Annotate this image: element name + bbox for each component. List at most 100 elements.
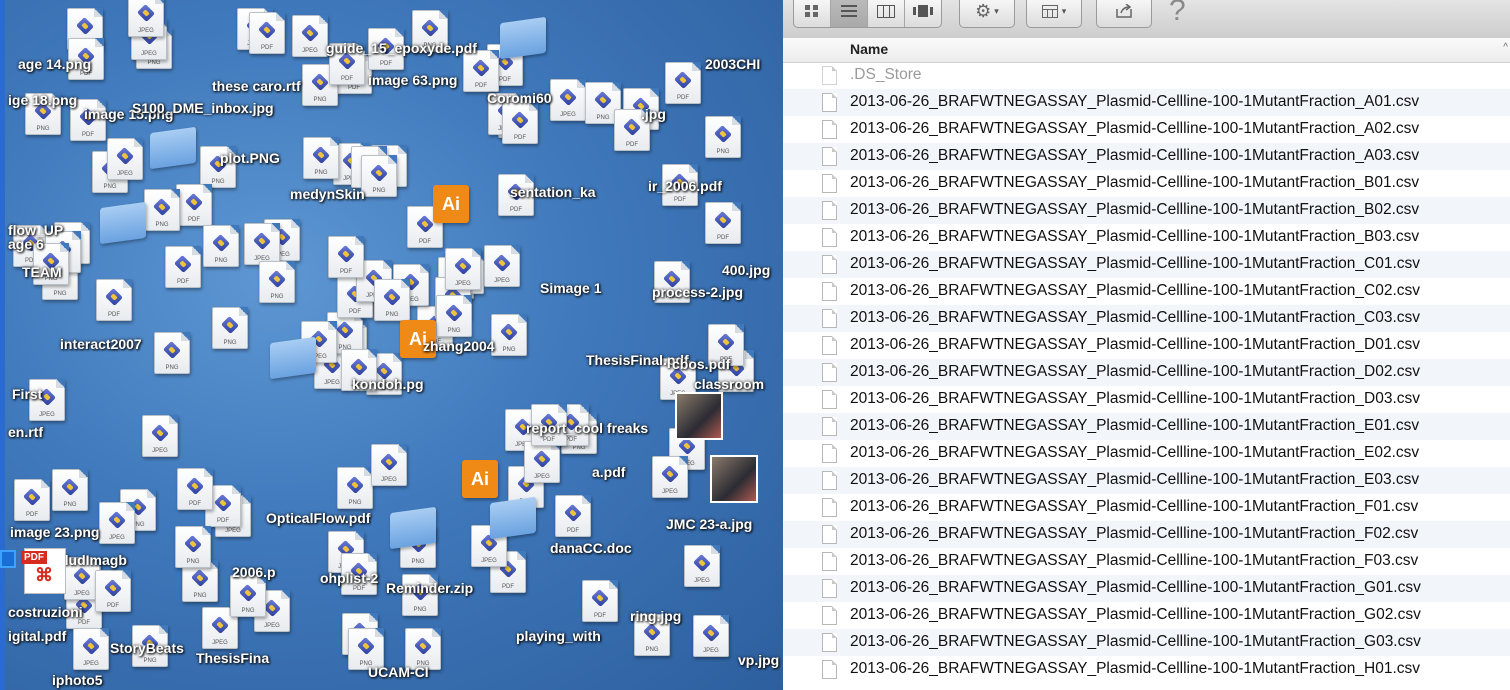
photo-thumbnail[interactable] <box>710 455 758 503</box>
desktop-file-label[interactable]: 2006.p <box>232 564 276 580</box>
illustrator-file-icon[interactable]: Ai <box>462 460 498 498</box>
folder-icon[interactable] <box>490 496 536 540</box>
file-icon[interactable]: PDF <box>328 236 364 278</box>
name-column-header[interactable]: Name <box>850 41 888 57</box>
desktop-file-label[interactable]: a.pdf <box>592 464 625 480</box>
desktop-file-label[interactable]: zhang2004 <box>423 338 495 354</box>
desktop-file-label[interactable]: JMC 23-a.jpg <box>666 516 752 532</box>
desktop-file-label[interactable]: guide_15_epoxyde.pdf <box>326 40 477 56</box>
action-menu[interactable]: ⚙ ▾ <box>959 0 1015 28</box>
file-icon[interactable]: PDF <box>165 246 201 288</box>
desktop-file-label[interactable]: Simage 1 <box>540 280 601 296</box>
file-row[interactable]: 2013-06-26_BRAFWTNEGASSAY_Plasmid-Cellli… <box>783 575 1510 602</box>
file-icon[interactable]: PNG <box>259 261 295 303</box>
desktop-file-label[interactable]: image 63.png <box>368 72 457 88</box>
desktop-file-label[interactable]: ige 18.png <box>8 92 77 108</box>
file-row[interactable]: 2013-06-26_BRAFWTNEGASSAY_Plasmid-Cellli… <box>783 197 1510 224</box>
desktop-file-label[interactable]: igital.pdf <box>8 628 66 644</box>
desktop-file-label[interactable]: medynSkin <box>290 186 365 202</box>
arrange-button[interactable]: ▾ <box>1027 0 1081 27</box>
file-icon[interactable]: PNG <box>361 155 397 197</box>
file-icon[interactable]: PDF <box>95 570 131 612</box>
file-row[interactable]: .DS_Store <box>783 62 1510 89</box>
file-icon[interactable]: PNG <box>203 225 239 267</box>
desktop-file-label[interactable]: dudImagb <box>60 552 127 568</box>
file-icon[interactable]: JPEG <box>484 245 520 287</box>
list-view-button[interactable] <box>831 0 868 27</box>
file-row[interactable]: 2013-06-26_BRAFWTNEGASSAY_Plasmid-Cellli… <box>783 440 1510 467</box>
action-button[interactable]: ⚙ ▾ <box>960 0 1014 27</box>
desktop-file-label[interactable]: .jpg <box>641 106 666 122</box>
coverflow-view-button[interactable] <box>905 0 941 27</box>
file-icon[interactable]: JPEG <box>244 223 280 265</box>
file-row[interactable]: 2013-06-26_BRAFWTNEGASSAY_Plasmid-Cellli… <box>783 386 1510 413</box>
file-row[interactable]: 2013-06-26_BRAFWTNEGASSAY_Plasmid-Cellli… <box>783 467 1510 494</box>
desktop-file-label[interactable]: en.rtf <box>8 424 43 440</box>
file-icon[interactable]: PNG <box>436 295 472 337</box>
desktop-file-label[interactable]: plot.PNG <box>220 150 280 166</box>
desktop-file-label[interactable]: ring.jpg <box>630 608 681 624</box>
file-row[interactable]: 2013-06-26_BRAFWTNEGASSAY_Plasmid-Cellli… <box>783 116 1510 143</box>
desktop-file-label[interactable]: report_cool freaks <box>526 420 648 436</box>
desktop-file-label[interactable]: costruzioni <box>8 604 83 620</box>
file-row[interactable]: 2013-06-26_BRAFWTNEGASSAY_Plasmid-Cellli… <box>783 548 1510 575</box>
desktop-file-label[interactable]: 400.jpg <box>722 262 770 278</box>
desktop-file-label[interactable]: S100_DME_inbox.jpg <box>132 100 274 116</box>
share-button[interactable] <box>1097 0 1151 27</box>
file-row[interactable]: 2013-06-26_BRAFWTNEGASSAY_Plasmid-Cellli… <box>783 602 1510 629</box>
file-icon[interactable]: JPEG <box>550 79 586 121</box>
file-icon[interactable]: PNG <box>705 116 741 158</box>
file-row[interactable]: 2013-06-26_BRAFWTNEGASSAY_Plasmid-Cellli… <box>783 494 1510 521</box>
file-icon[interactable]: JPEG <box>142 415 178 457</box>
folder-icon[interactable] <box>150 126 196 170</box>
file-icon[interactable]: JPEG <box>652 456 688 498</box>
file-icon[interactable]: PDF <box>502 102 538 144</box>
file-icon[interactable]: PNG <box>303 137 339 179</box>
file-icon[interactable]: PNG <box>230 575 266 617</box>
column-view-button[interactable] <box>868 0 905 27</box>
file-icon[interactable]: PNG <box>374 279 410 321</box>
desktop-file-label[interactable]: cbos.pdf <box>672 356 730 372</box>
desktop-file-label[interactable]: danaCC.doc <box>550 540 632 556</box>
file-icon[interactable]: JPEG <box>445 248 481 290</box>
desktop-file-label[interactable]: TEAM <box>22 264 62 280</box>
file-icon[interactable]: PNG <box>212 307 248 349</box>
illustrator-file-icon[interactable]: Ai <box>433 185 469 223</box>
desktop-file-label[interactable]: age 6 <box>8 236 44 252</box>
desktop-file-label[interactable]: these caro.rtf <box>212 78 301 94</box>
desktop-file-label[interactable]: ir_2006.pdf <box>648 178 722 194</box>
file-row[interactable]: 2013-06-26_BRAFWTNEGASSAY_Plasmid-Cellli… <box>783 413 1510 440</box>
folder-icon[interactable] <box>500 16 546 60</box>
desktop-file-label[interactable]: kondoh.pg <box>352 376 424 392</box>
file-row[interactable]: 2013-06-26_BRAFWTNEGASSAY_Plasmid-Cellli… <box>783 305 1510 332</box>
arrange-menu[interactable]: ▾ <box>1026 0 1082 28</box>
file-icon[interactable]: PNG <box>175 526 211 568</box>
file-icon[interactable]: PDF <box>665 62 701 104</box>
desktop-file-label[interactable]: classroom <box>694 376 764 392</box>
desktop-file-label[interactable]: vp.jpg <box>738 652 779 668</box>
file-icon[interactable]: PNG <box>154 332 190 374</box>
icon-view-button[interactable] <box>794 0 831 27</box>
desktop-file-label[interactable]: UCAM-Cl <box>368 664 429 680</box>
file-icon[interactable]: JPEG <box>128 0 164 37</box>
file-icon[interactable]: JPEG <box>107 138 143 180</box>
file-row[interactable]: 2013-06-26_BRAFWTNEGASSAY_Plasmid-Cellli… <box>783 656 1510 683</box>
file-icon[interactable]: PDF <box>555 495 591 537</box>
file-row[interactable]: 2013-06-26_BRAFWTNEGASSAY_Plasmid-Cellli… <box>783 359 1510 386</box>
file-row[interactable]: 2013-06-26_BRAFWTNEGASSAY_Plasmid-Cellli… <box>783 629 1510 656</box>
photo-thumbnail[interactable] <box>675 392 723 440</box>
folder-icon[interactable] <box>390 506 436 550</box>
file-icon[interactable]: PDF <box>96 279 132 321</box>
desktop-file-label[interactable]: OpticalFlow.pdf <box>266 510 370 526</box>
desktop-file-label[interactable]: age 14.png <box>18 56 91 72</box>
folder-icon[interactable] <box>100 201 146 245</box>
folder-icon[interactable] <box>270 336 316 380</box>
desktop-file-label[interactable]: process-2.jpg <box>652 284 743 300</box>
file-icon[interactable]: JPEG <box>693 615 729 657</box>
file-icon[interactable]: PDF <box>463 50 499 92</box>
desktop-file-label[interactable]: Coromi60 <box>487 90 552 106</box>
file-icon[interactable]: JPEG <box>73 628 109 670</box>
desktop-file-label[interactable]: interact2007 <box>60 336 142 352</box>
file-icon[interactable]: PNG <box>144 189 180 231</box>
file-row[interactable]: 2013-06-26_BRAFWTNEGASSAY_Plasmid-Cellli… <box>783 89 1510 116</box>
